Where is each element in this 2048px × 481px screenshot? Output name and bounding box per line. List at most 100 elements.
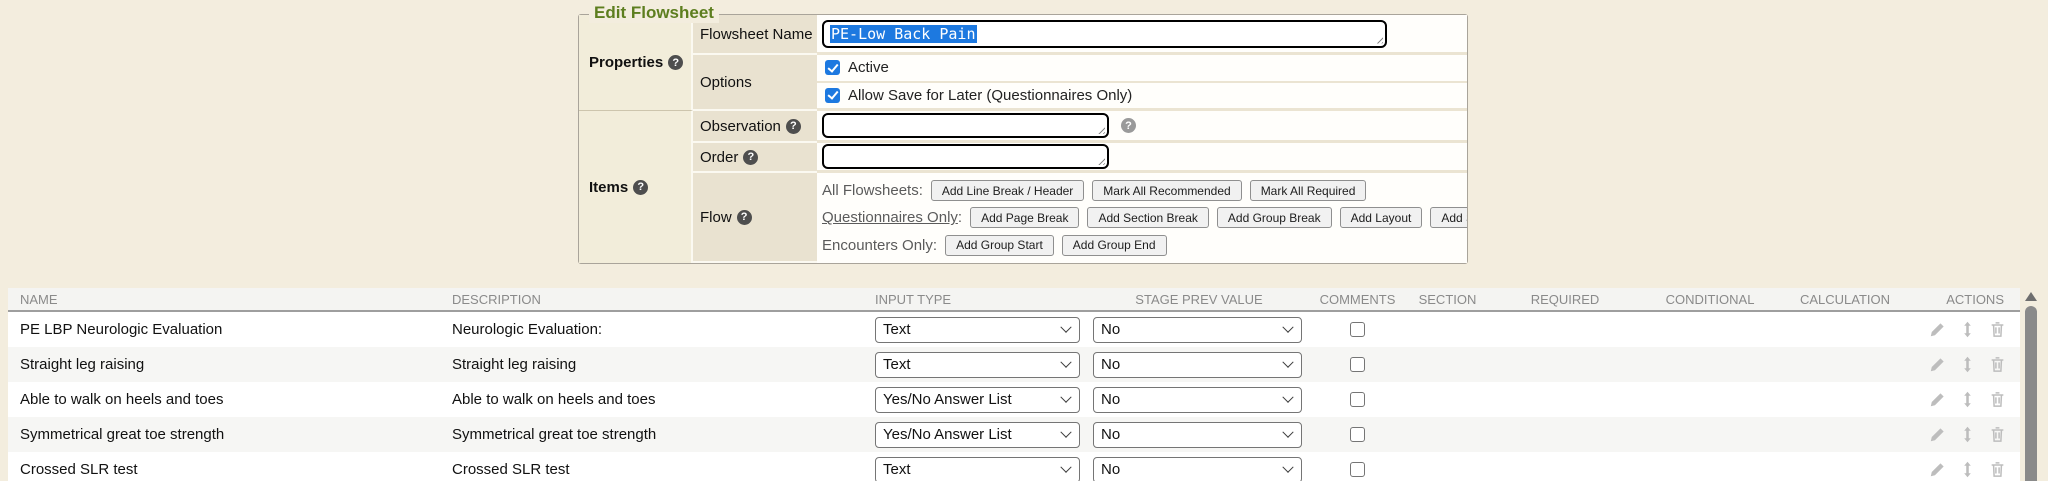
chevron-down-icon: [1282, 356, 1293, 367]
resize-handle-icon[interactable]: [1096, 156, 1105, 165]
chevron-down-icon: [1282, 321, 1293, 332]
flowsheet-name-input[interactable]: PE-Low Back Pain: [822, 20, 1387, 48]
observation-lookup-help-icon[interactable]: ?: [1121, 118, 1136, 133]
observation-input[interactable]: [822, 113, 1109, 138]
item-name: Able to walk on heels and toes: [8, 391, 440, 408]
encounters-only-row: Encounters Only: Add Group Start Add Gro…: [822, 232, 1467, 259]
col-header-actions: ACTIONS: [1910, 292, 2020, 307]
chevron-down-icon: [1060, 461, 1071, 472]
delete-trash-icon[interactable]: [1989, 426, 2006, 443]
resize-handle-icon[interactable]: [1096, 125, 1105, 134]
input-type-value: Text: [883, 321, 911, 338]
input-type-value: Yes/No Answer List: [883, 426, 1012, 443]
resize-handle-icon[interactable]: [1374, 35, 1383, 44]
scroll-up-arrow-icon[interactable]: [2025, 292, 2037, 301]
move-up-down-icon[interactable]: [1959, 461, 1976, 478]
chevron-down-icon: [1060, 321, 1071, 332]
items-help-icon[interactable]: ?: [633, 180, 648, 195]
comments-checkbox[interactable]: [1350, 357, 1365, 372]
flow-help-icon[interactable]: ?: [737, 210, 752, 225]
input-type-select[interactable]: Yes/No Answer List: [875, 422, 1080, 448]
observation-label: Observation: [700, 118, 781, 135]
mark-all-required-button[interactable]: Mark All Required: [1250, 180, 1367, 201]
edit-pencil-icon[interactable]: [1929, 391, 1946, 408]
edit-pencil-icon[interactable]: [1929, 426, 1946, 443]
flowsheet-name-value: PE-Low Back Pain: [830, 25, 977, 43]
comments-checkbox[interactable]: [1350, 462, 1365, 477]
col-header-description: DESCRIPTION: [440, 292, 865, 307]
items-section: Items ?: [579, 111, 693, 263]
stage-prev-value-select[interactable]: No: [1093, 352, 1302, 378]
move-up-down-icon[interactable]: [1959, 356, 1976, 373]
flowsheet-name-label: Flowsheet Name: [700, 26, 813, 43]
properties-help-icon[interactable]: ?: [668, 55, 683, 70]
delete-trash-icon[interactable]: [1989, 321, 2006, 338]
input-type-select[interactable]: Yes/No Answer List: [875, 387, 1080, 413]
flow-label-cell: Flow ?: [693, 173, 817, 263]
option-active: Active: [817, 55, 1467, 81]
table-header-row: NAME DESCRIPTION INPUT TYPE STAGE PREV V…: [8, 288, 2020, 312]
all-flowsheets-label: All Flowsheets:: [822, 182, 923, 199]
edit-pencil-icon[interactable]: [1929, 461, 1946, 478]
mark-all-recommended-button[interactable]: Mark All Recommended: [1092, 180, 1241, 201]
add-group-break-button[interactable]: Add Group Break: [1217, 207, 1332, 228]
move-up-down-icon[interactable]: [1959, 321, 1976, 338]
add-group-start-button[interactable]: Add Group Start: [945, 235, 1054, 256]
comments-checkbox[interactable]: [1350, 392, 1365, 407]
questionnaires-only-row: Questionnaires Only: Add Page Break Add …: [822, 204, 1467, 231]
panel-title: Edit Flowsheet: [589, 3, 719, 23]
item-description: Able to walk on heels and toes: [440, 391, 865, 408]
order-cell: [817, 143, 1467, 173]
order-input[interactable]: [822, 144, 1109, 169]
stage-prev-value-select[interactable]: No: [1093, 387, 1302, 413]
active-checkbox[interactable]: [825, 60, 840, 75]
order-help-icon[interactable]: ?: [743, 150, 758, 165]
input-type-select[interactable]: Text: [875, 317, 1080, 343]
questionnaires-only-label: Questionnaires Only:: [822, 209, 962, 226]
observation-cell: ?: [817, 111, 1467, 143]
flowsheet-name-cell: PE-Low Back Pain: [817, 15, 1467, 55]
add-scriptlet-button[interactable]: Add Scriptlet: [1430, 207, 1467, 228]
move-up-down-icon[interactable]: [1959, 391, 1976, 408]
order-label: Order: [700, 149, 738, 166]
add-layout-button[interactable]: Add Layout: [1340, 207, 1423, 228]
options-cell: Active Allow Save for Later (Questionnai…: [817, 55, 1467, 111]
input-type-value: Yes/No Answer List: [883, 391, 1012, 408]
stage-prev-value-select[interactable]: No: [1093, 457, 1302, 481]
input-type-select[interactable]: Text: [875, 457, 1080, 481]
flow-buttons-cell: All Flowsheets: Add Line Break / Header …: [817, 173, 1467, 263]
comments-checkbox[interactable]: [1350, 427, 1365, 442]
delete-trash-icon[interactable]: [1989, 461, 2006, 478]
delete-trash-icon[interactable]: [1989, 356, 2006, 373]
stage-prev-value: No: [1101, 391, 1120, 408]
edit-pencil-icon[interactable]: [1929, 321, 1946, 338]
add-group-end-button[interactable]: Add Group End: [1062, 235, 1167, 256]
col-header-stage-prev-value: STAGE PREV VALUE: [1088, 292, 1310, 307]
comments-checkbox[interactable]: [1350, 322, 1365, 337]
all-flowsheets-row: All Flowsheets: Add Line Break / Header …: [822, 177, 1467, 204]
col-header-comments: COMMENTS: [1310, 292, 1405, 307]
move-up-down-icon[interactable]: [1959, 426, 1976, 443]
input-type-select[interactable]: Text: [875, 352, 1080, 378]
table-row: PE LBP Neurologic Evaluation Neurologic …: [8, 312, 2020, 347]
observation-label-cell: Observation ?: [693, 111, 817, 143]
options-label: Options: [700, 74, 752, 91]
encounters-only-label: Encounters Only:: [822, 237, 937, 254]
add-line-break-header-button[interactable]: Add Line Break / Header: [931, 180, 1084, 201]
scrollbar-thumb[interactable]: [2025, 306, 2037, 481]
active-checkbox-label: Active: [848, 59, 889, 76]
edit-flowsheet-panel: Edit Flowsheet Properties ? Flowsheet Na…: [578, 14, 1468, 264]
col-header-required: REQUIRED: [1490, 292, 1640, 307]
allow-save-checkbox[interactable]: [825, 88, 840, 103]
add-page-break-button[interactable]: Add Page Break: [970, 207, 1079, 228]
observation-help-icon[interactable]: ?: [786, 119, 801, 134]
stage-prev-value-select[interactable]: No: [1093, 422, 1302, 448]
chevron-down-icon: [1282, 461, 1293, 472]
edit-pencil-icon[interactable]: [1929, 356, 1946, 373]
stage-prev-value-select[interactable]: No: [1093, 317, 1302, 343]
add-section-break-button[interactable]: Add Section Break: [1087, 207, 1208, 228]
item-name: Crossed SLR test: [8, 461, 440, 478]
input-type-value: Text: [883, 356, 911, 373]
delete-trash-icon[interactable]: [1989, 391, 2006, 408]
stage-prev-value: No: [1101, 321, 1120, 338]
